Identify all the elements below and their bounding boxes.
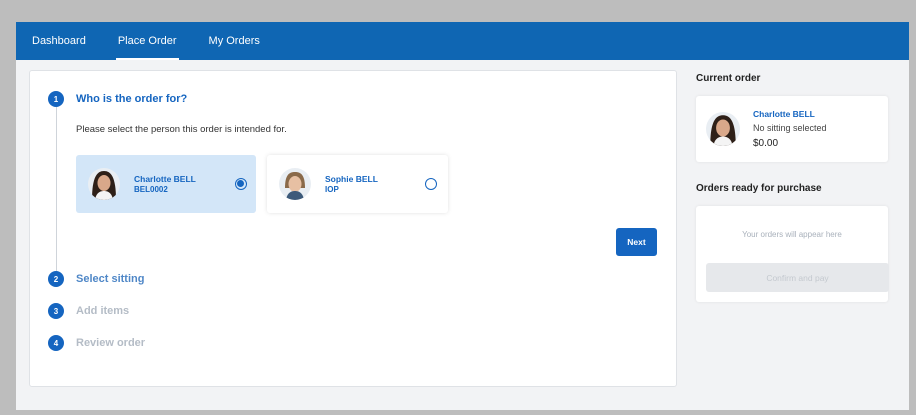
tab-my-orders[interactable]: My Orders [207,35,262,60]
empty-state-text: Your orders will appear here [742,230,842,239]
ready-orders-card: Your orders will appear here Confirm and… [696,206,889,302]
step-rail [56,107,57,287]
next-button[interactable]: Next [616,228,657,256]
confirm-pay-button[interactable]: Confirm and pay [706,263,889,292]
avatar [88,168,120,200]
step-label: Review order [76,337,146,349]
person-card-charlotte[interactable]: Charlotte BELL BEL0002 [76,155,256,213]
instruction-text: Please select the person this order is i… [76,124,287,135]
current-order-price: $0.00 [753,138,779,149]
step-number-badge: 3 [48,303,64,319]
person-name: Sophie BELL [325,173,378,184]
current-order-title: Current order [696,73,761,84]
step-number-badge: 1 [48,91,64,107]
step-sitting[interactable]: 2 Select sitting [48,271,144,287]
step-label: Select sitting [76,273,145,285]
radio-selected[interactable] [235,178,247,190]
ready-orders-title: Orders ready for purchase [696,183,822,194]
current-order-sitting: No sitting selected [753,123,827,133]
step-number-badge: 2 [48,271,64,287]
step-label: Add items [76,305,130,317]
step-items: 3 Add items [48,303,129,319]
step-review: 4 Review order [48,335,145,351]
person-card-sophie[interactable]: Sophie BELL IOP [267,155,448,213]
person-code: IOP [325,184,339,194]
current-order-card: Charlotte BELL No sitting selected $0.00 [696,96,888,162]
top-nav: Dashboard Place Order My Orders [16,22,909,60]
person-info: Charlotte BELL BEL0002 [134,174,196,195]
radio-unselected[interactable] [425,178,437,190]
app-window: Dashboard Place Order My Orders 1 Who is… [16,22,909,410]
step-who: 1 Who is the order for? [48,91,187,107]
tab-dashboard[interactable]: Dashboard [30,35,88,60]
person-name: Charlotte BELL [134,173,196,184]
step-number-badge: 4 [48,335,64,351]
avatar [279,168,311,200]
person-info: Sophie BELL IOP [325,174,378,195]
current-order-name: Charlotte BELL [753,109,815,119]
avatar [706,112,740,146]
person-code: BEL0002 [134,184,168,194]
order-wizard-panel: 1 Who is the order for? Please select th… [29,70,677,387]
tab-place-order[interactable]: Place Order [115,35,179,60]
step-label: Who is the order for? [76,93,188,105]
